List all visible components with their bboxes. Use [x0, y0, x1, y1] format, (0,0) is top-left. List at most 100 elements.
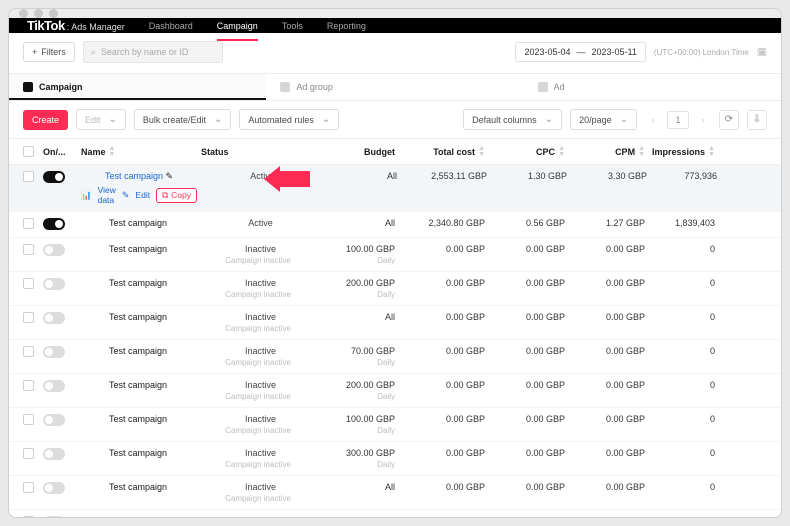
status-toggle[interactable] [43, 516, 65, 518]
budget-value: 300.00 GBP [346, 448, 395, 458]
col-on[interactable]: On/... [43, 147, 81, 157]
rules-button[interactable]: Automated rules [239, 109, 339, 130]
page-next[interactable]: › [695, 111, 711, 129]
status-text: Inactive [240, 482, 276, 492]
edit-button[interactable]: Edit [76, 109, 126, 130]
cpm-value: 0.00 GBP [606, 244, 645, 254]
table-row[interactable]: Test campaign InactiveCampaign inactive … [9, 272, 781, 306]
col-cost[interactable]: Total cost▲▼ [401, 146, 491, 158]
row-checkbox[interactable] [23, 448, 34, 459]
folder-icon [23, 82, 33, 92]
col-name[interactable]: Name▲▼ [81, 146, 201, 158]
page-current[interactable]: 1 [667, 111, 689, 129]
budget-sub: Daily [377, 290, 395, 299]
campaign-name: Test campaign [109, 380, 167, 390]
budget-value: 100.00 GBP [346, 414, 395, 424]
row-checkbox[interactable] [23, 218, 34, 229]
table-row[interactable]: Test campaign InactiveCampaign inactive … [9, 306, 781, 340]
col-budget[interactable]: Budget [321, 147, 401, 157]
viewdata-link[interactable]: View data [98, 185, 116, 205]
status-toggle[interactable] [43, 218, 65, 230]
filter-bar: +Filters ⌕ Search by name or ID 2023-05-… [9, 33, 781, 74]
search-input[interactable]: ⌕ Search by name or ID [83, 41, 223, 63]
pencil-icon[interactable]: ✎ [166, 171, 174, 181]
row-checkbox[interactable] [23, 516, 34, 518]
tab-campaign[interactable]: Campaign [9, 74, 266, 100]
table-header: On/... Name▲▼ Status Budget Total cost▲▼… [9, 139, 781, 165]
calendar-icon[interactable]: 🗓 [757, 48, 767, 57]
tab-campaign-label: Campaign [39, 82, 83, 92]
columns-select[interactable]: Default columns [463, 109, 562, 130]
copy-button[interactable]: ⧉Copy [156, 188, 197, 203]
cost-value: 0.00 GBP [446, 482, 485, 492]
imp-value: 0 [710, 516, 715, 518]
col-cpc[interactable]: CPC▲▼ [491, 146, 571, 158]
table-row[interactable]: Test campaign InactiveCampaign inactive … [9, 374, 781, 408]
cpc-value: 0.00 GBP [526, 448, 565, 458]
table-row[interactable]: Test campaign InactiveCampaign inactive … [9, 442, 781, 476]
sort-icon: ▲▼ [109, 146, 116, 158]
row-checkbox[interactable] [23, 380, 34, 391]
col-status[interactable]: Status [201, 147, 321, 157]
tab-adgroup[interactable]: Ad group [266, 74, 523, 100]
nav-campaign[interactable]: Campaign [217, 21, 258, 31]
table-row[interactable]: Test campaign InactiveCampaign inactive … [9, 476, 781, 510]
cpm-value: 0.00 GBP [606, 278, 645, 288]
export-button[interactable]: ⇩ [747, 110, 767, 130]
budget-sub: Daily [377, 392, 395, 401]
perpage-select[interactable]: 20/page [570, 109, 637, 130]
budget-sub: Daily [377, 256, 395, 265]
status-toggle[interactable] [43, 171, 65, 183]
status-toggle[interactable] [43, 448, 65, 460]
status-text: Inactive [240, 448, 276, 458]
row-checkbox[interactable] [23, 414, 34, 425]
table-row[interactable]: Test campaign InactiveCampaign inactive … [9, 238, 781, 272]
filters-button[interactable]: +Filters [23, 42, 75, 62]
level-tabs: Campaign Ad group Ad [9, 74, 781, 101]
row-checkbox[interactable] [23, 346, 34, 357]
brand-name: TikTok [27, 18, 65, 33]
select-all-checkbox[interactable] [23, 146, 34, 157]
budget-sub: Daily [377, 460, 395, 469]
col-cpm[interactable]: CPM▲▼ [571, 146, 651, 158]
cpc-value: 0.00 GBP [526, 414, 565, 424]
nav-dashboard[interactable]: Dashboard [149, 21, 193, 31]
table-row[interactable]: Test campaign InactiveCampaign inactive … [9, 408, 781, 442]
page-prev[interactable]: ‹ [645, 111, 661, 129]
row-checkbox[interactable] [23, 244, 34, 255]
cost-value: 0.00 GBP [446, 346, 485, 356]
status-toggle[interactable] [43, 244, 65, 256]
refresh-button[interactable]: ⟳ [719, 110, 739, 130]
cost-value: 0.00 GBP [446, 278, 485, 288]
create-button[interactable]: Create [23, 110, 68, 130]
search-icon: ⌕ [91, 47, 96, 58]
nav-tools[interactable]: Tools [282, 21, 303, 31]
table-row[interactable]: Test campaign InactiveCampaign inactive … [9, 340, 781, 374]
status-toggle[interactable] [43, 414, 65, 426]
status-toggle[interactable] [43, 482, 65, 494]
table-row[interactable]: Test campaign ✎ 📊 View data ✎ Edit ⧉Copy… [9, 165, 781, 212]
cpm-value: 0.00 GBP [606, 312, 645, 322]
date-range[interactable]: 2023-05-04 — 2023-05-11 [515, 42, 645, 62]
tab-ad[interactable]: Ad [524, 74, 781, 100]
timezone: (UTC+00:00) London Time [654, 48, 749, 57]
campaign-name: Test campaign [109, 218, 167, 228]
status-toggle[interactable] [43, 380, 65, 392]
bulk-button[interactable]: Bulk create/Edit [134, 109, 231, 130]
status-toggle[interactable] [43, 312, 65, 324]
edit-link[interactable]: Edit [135, 190, 150, 200]
table-row[interactable]: Test campaign Active All 2,340.80 GBP 0.… [9, 212, 781, 238]
campaign-link[interactable]: Test campaign [105, 171, 163, 181]
status-toggle[interactable] [43, 346, 65, 358]
status-toggle[interactable] [43, 278, 65, 290]
imp-value: 0 [710, 278, 715, 288]
row-checkbox[interactable] [23, 482, 34, 493]
nav-reporting[interactable]: Reporting [327, 21, 366, 31]
row-checkbox[interactable] [23, 312, 34, 323]
row-checkbox[interactable] [23, 278, 34, 289]
table-row[interactable]: Test campaign InactiveCampaign inactive … [9, 510, 781, 518]
col-imp[interactable]: Impressions▲▼ [651, 146, 721, 158]
row-checkbox[interactable] [23, 171, 34, 182]
ad-icon [538, 82, 548, 92]
status-text: Active [245, 171, 275, 181]
